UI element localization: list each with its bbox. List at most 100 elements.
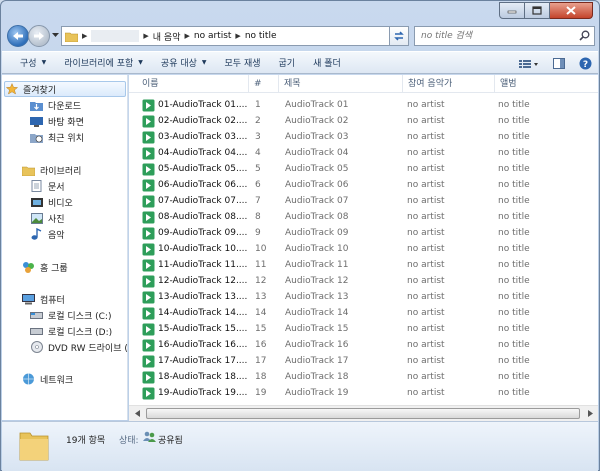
table-row[interactable]: 03-AudioTrack 03.... 3 AudioTrack 03 no art… bbox=[129, 129, 598, 145]
table-row[interactable]: 08-AudioTrack 08.... 8 AudioTrack 08 no art… bbox=[129, 209, 598, 225]
file-name-cell[interactable]: 03-AudioTrack 03.... bbox=[142, 129, 248, 145]
table-row[interactable]: 17-AudioTrack 17.... 17 AudioTrack 17 no ar… bbox=[129, 353, 598, 369]
table-row[interactable]: 04-AudioTrack 04.... 4 AudioTrack 04 no art… bbox=[129, 145, 598, 161]
file-name-cell[interactable]: 11-AudioTrack 11.... bbox=[142, 257, 248, 273]
play-all-button[interactable]: 모두 재생 bbox=[216, 51, 270, 74]
breadcrumb-separator[interactable]: ▶ bbox=[184, 32, 189, 40]
breadcrumb-separator[interactable]: ▶ bbox=[143, 32, 148, 40]
back-button[interactable] bbox=[7, 25, 29, 47]
file-name: 09-AudioTrack 09.... bbox=[158, 228, 248, 238]
file-name-cell[interactable]: 08-AudioTrack 08.... bbox=[142, 209, 248, 225]
nav-recent-places[interactable]: 최근 위치 bbox=[30, 129, 84, 145]
file-name: 07-AudioTrack 07.... bbox=[158, 196, 248, 206]
table-row[interactable]: 15-AudioTrack 15.... 15 AudioTrack 15 no ar… bbox=[129, 321, 598, 337]
table-row[interactable]: 19-AudioTrack 19.... 19 AudioTrack 19 no ar… bbox=[129, 385, 598, 401]
file-name-cell[interactable]: 12-AudioTrack 12.... bbox=[142, 273, 248, 289]
address-bar[interactable]: ▶ ▶ 내 음악 ▶ no artist ▶ no title bbox=[61, 26, 408, 46]
table-row[interactable]: 14-AudioTrack 14.... 14 AudioTrack 14 no ar… bbox=[129, 305, 598, 321]
artist-cell: no artist bbox=[407, 388, 445, 398]
scrollbar-thumb[interactable] bbox=[146, 408, 580, 419]
refresh-icon bbox=[394, 31, 404, 41]
table-row[interactable]: 10-AudioTrack 10.... 10 AudioTrack 10 no ar… bbox=[129, 241, 598, 257]
nav-network[interactable]: 네트워크 bbox=[22, 371, 73, 387]
breadcrumb-separator[interactable]: ▶ bbox=[82, 32, 87, 40]
change-view-button[interactable] bbox=[512, 52, 546, 75]
nav-computer[interactable]: 컴퓨터 bbox=[22, 291, 65, 307]
forward-button[interactable] bbox=[28, 25, 50, 47]
nav-dvd-drive[interactable]: DVD RW 드라이브 ( bbox=[30, 339, 127, 355]
breadcrumb-redacted-segment[interactable] bbox=[91, 30, 140, 42]
file-name-cell[interactable]: 04-AudioTrack 04.... bbox=[142, 145, 248, 161]
nav-desktop[interactable]: 바탕 화면 bbox=[30, 113, 84, 129]
recent-pages-dropdown-icon[interactable] bbox=[52, 33, 59, 38]
file-name-cell[interactable]: 19-AudioTrack 19.... bbox=[142, 385, 248, 401]
nav-downloads[interactable]: 다운로드 bbox=[30, 97, 81, 113]
file-name-cell[interactable]: 02-AudioTrack 02.... bbox=[142, 113, 248, 129]
organize-menu[interactable]: 구성 ▼ bbox=[2, 51, 55, 74]
file-name: 10-AudioTrack 10.... bbox=[158, 244, 248, 254]
refresh-button[interactable] bbox=[389, 26, 409, 46]
breadcrumb-separator[interactable]: ▶ bbox=[235, 32, 240, 40]
file-name-cell[interactable]: 05-AudioTrack 05.... bbox=[142, 161, 248, 177]
nav-drive-d[interactable]: 로컬 디스크 (D:) bbox=[30, 323, 112, 339]
minimize-button[interactable] bbox=[499, 2, 525, 19]
column-header-album[interactable]: 앨범 bbox=[495, 75, 598, 93]
scroll-left-button[interactable] bbox=[129, 406, 145, 421]
scroll-right-button[interactable] bbox=[582, 406, 598, 421]
file-name-cell[interactable]: 10-AudioTrack 10.... bbox=[142, 241, 248, 257]
file-name-cell[interactable]: 07-AudioTrack 07.... bbox=[142, 193, 248, 209]
burn-button[interactable]: 굽기 bbox=[270, 51, 305, 74]
search-icon[interactable] bbox=[579, 30, 590, 41]
artist-cell: no artist bbox=[407, 164, 445, 174]
file-name-cell[interactable]: 14-AudioTrack 14.... bbox=[142, 305, 248, 321]
preview-pane-button[interactable] bbox=[546, 52, 572, 75]
column-header-title[interactable]: 제목 bbox=[279, 75, 403, 93]
share-with-menu[interactable]: 공유 대상 ▼ bbox=[152, 51, 216, 74]
file-name: 17-AudioTrack 17.... bbox=[158, 356, 248, 366]
file-name-cell[interactable]: 09-AudioTrack 09.... bbox=[142, 225, 248, 241]
table-row[interactable]: 16-AudioTrack 16.... 16 AudioTrack 16 no ar… bbox=[129, 337, 598, 353]
close-button[interactable] bbox=[550, 2, 593, 19]
table-row[interactable]: 05-AudioTrack 05.... 5 AudioTrack 05 no art… bbox=[129, 161, 598, 177]
breadcrumb-no-artist[interactable]: no artist bbox=[194, 31, 232, 41]
nav-documents[interactable]: 문서 bbox=[30, 178, 65, 194]
file-name-cell[interactable]: 17-AudioTrack 17.... bbox=[142, 353, 248, 369]
nav-videos[interactable]: 비디오 bbox=[30, 194, 73, 210]
nav-libraries[interactable]: 라이브러리 bbox=[22, 162, 81, 178]
nav-drive-c[interactable]: 로컬 디스크 (C:) bbox=[30, 307, 111, 323]
table-row[interactable]: 09-AudioTrack 09.... 9 AudioTrack 09 no art… bbox=[129, 225, 598, 241]
new-folder-button[interactable]: 새 폴더 bbox=[304, 51, 350, 74]
file-name-cell[interactable]: 18-AudioTrack 18.... bbox=[142, 369, 248, 385]
breadcrumb-my-music[interactable]: 내 음악 bbox=[153, 30, 181, 43]
include-in-library-menu[interactable]: 라이브러리에 포함 ▼ bbox=[55, 51, 152, 74]
table-row[interactable]: 07-AudioTrack 07.... 7 AudioTrack 07 no art… bbox=[129, 193, 598, 209]
column-header-artist[interactable]: 참여 음악가 bbox=[403, 75, 495, 93]
table-row[interactable]: 01-AudioTrack 01.... 1 AudioTrack 01 no art… bbox=[129, 97, 598, 113]
table-row[interactable]: 18-AudioTrack 18.... 18 AudioTrack 18 no ar… bbox=[129, 369, 598, 385]
column-header-number[interactable]: # bbox=[249, 75, 279, 93]
breadcrumb-no-title[interactable]: no title bbox=[245, 31, 277, 41]
artist-cell: no artist bbox=[407, 116, 445, 126]
nav-homegroup[interactable]: 홈 그룹 bbox=[22, 259, 68, 275]
file-name-cell[interactable]: 01-AudioTrack 01.... bbox=[142, 97, 248, 113]
search-box[interactable] bbox=[414, 26, 595, 46]
file-name-cell[interactable]: 16-AudioTrack 16.... bbox=[142, 337, 248, 353]
file-name-cell[interactable]: 15-AudioTrack 15.... bbox=[142, 321, 248, 337]
table-row[interactable]: 13-AudioTrack 13.... 13 AudioTrack 13 no ar… bbox=[129, 289, 598, 305]
column-header-name[interactable]: 이름 bbox=[137, 75, 249, 93]
nav-music[interactable]: 음악 bbox=[30, 226, 65, 242]
table-row[interactable]: 11-AudioTrack 11.... 11 AudioTrack 11 no ar… bbox=[129, 257, 598, 273]
maximize-button[interactable] bbox=[525, 2, 550, 19]
search-input[interactable] bbox=[415, 27, 575, 45]
horizontal-scrollbar[interactable] bbox=[129, 405, 598, 421]
table-row[interactable]: 02-AudioTrack 02.... 2 AudioTrack 02 no art… bbox=[129, 113, 598, 129]
file-name-cell[interactable]: 13-AudioTrack 13.... bbox=[142, 289, 248, 305]
nav-pictures[interactable]: 사진 bbox=[30, 210, 65, 226]
shared-users-icon bbox=[143, 431, 156, 442]
file-name-cell[interactable]: 06-AudioTrack 06.... bbox=[142, 177, 248, 193]
nav-favorites[interactable]: 즐겨찾기 bbox=[4, 81, 126, 97]
table-row[interactable]: 12-AudioTrack 12.... 12 AudioTrack 12 no ar… bbox=[129, 273, 598, 289]
help-button[interactable]: ? bbox=[572, 52, 598, 75]
audio-file-icon bbox=[142, 323, 155, 335]
table-row[interactable]: 06-AudioTrack 06.... 6 AudioTrack 06 no art… bbox=[129, 177, 598, 193]
